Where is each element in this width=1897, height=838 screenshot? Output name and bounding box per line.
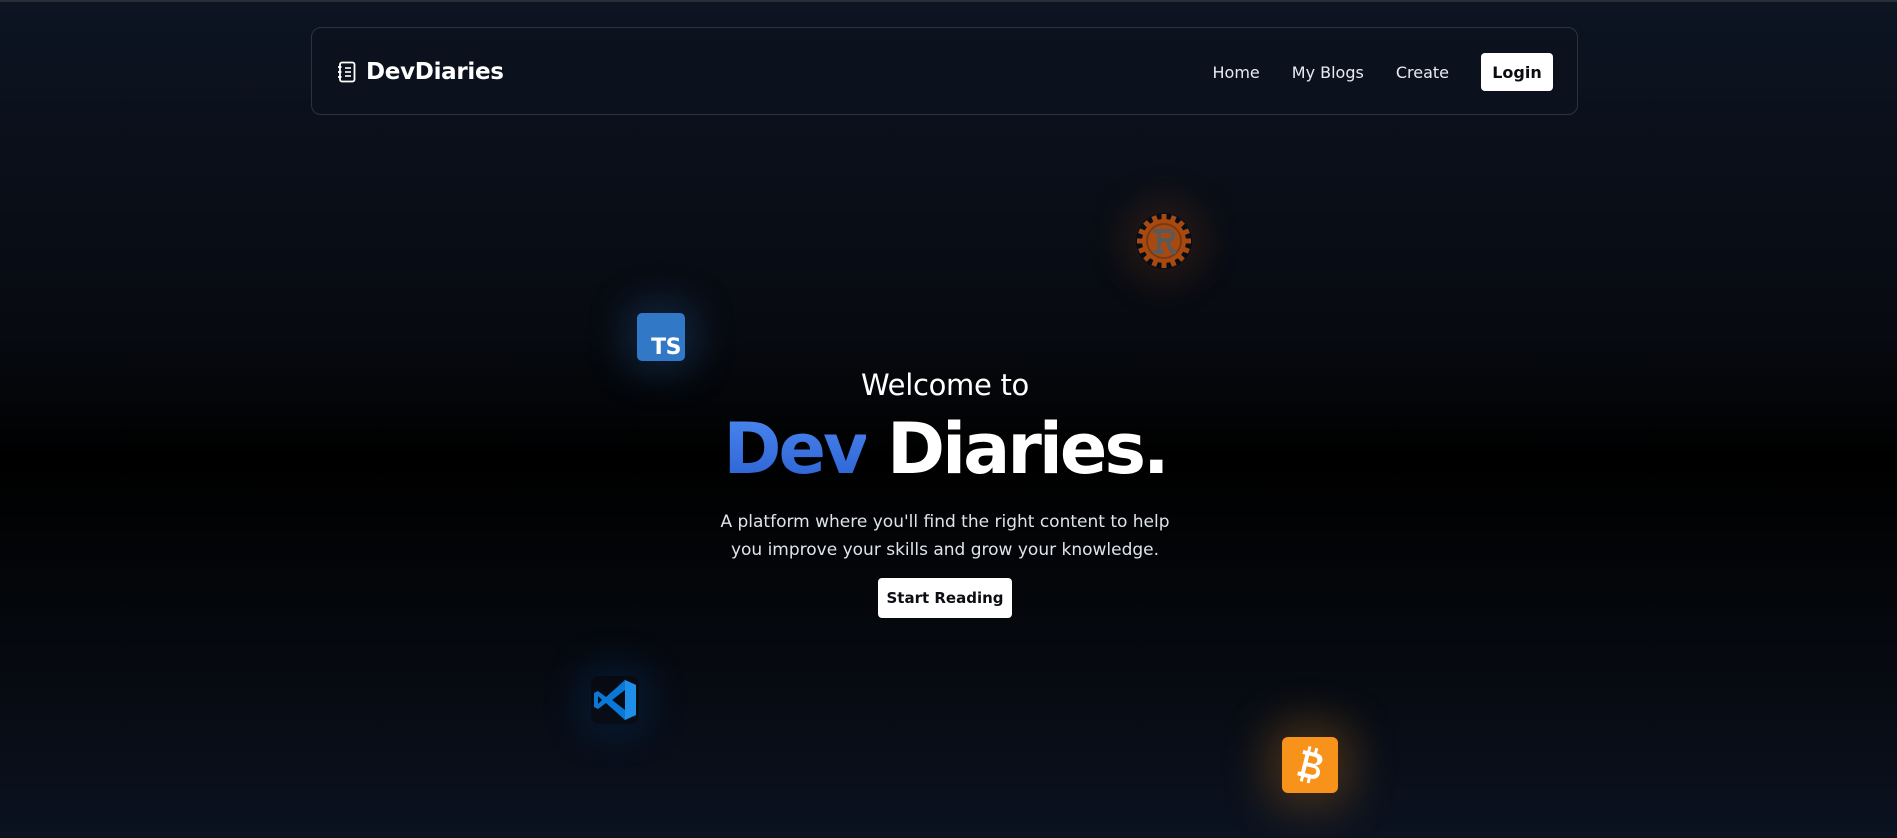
hero-title-accent: Dev [723,408,868,490]
brand[interactable]: DevDiaries [336,28,504,116]
hero-description: A platform where you'll find the right c… [720,512,1170,560]
rust-logo-icon [1136,213,1192,269]
nav-link-home[interactable]: Home [1213,63,1260,82]
typescript-logo-icon: TS [637,313,685,361]
vscode-logo-icon [591,676,639,724]
hero-welcome: Welcome to [861,368,1029,402]
brand-name: DevDiaries [366,59,504,85]
hero-section: Welcome to Dev Diaries. A platform where… [0,365,1890,618]
navbar: DevDiaries Home My Blogs Create Login [311,27,1578,115]
start-reading-button[interactable]: Start Reading [878,578,1012,618]
bitcoin-logo-icon [1282,737,1338,793]
hero-title-rest: Diaries. [887,408,1170,490]
nav-links: Home My Blogs Create Login [1213,28,1553,116]
nav-link-my-blogs[interactable]: My Blogs [1292,63,1364,82]
top-border [0,0,1897,2]
notebook-icon [336,61,358,83]
hero-title: Dev Diaries. [0,408,1890,490]
typescript-logo-text: TS [651,335,681,360]
login-button[interactable]: Login [1481,53,1553,91]
nav-link-create[interactable]: Create [1396,63,1449,82]
